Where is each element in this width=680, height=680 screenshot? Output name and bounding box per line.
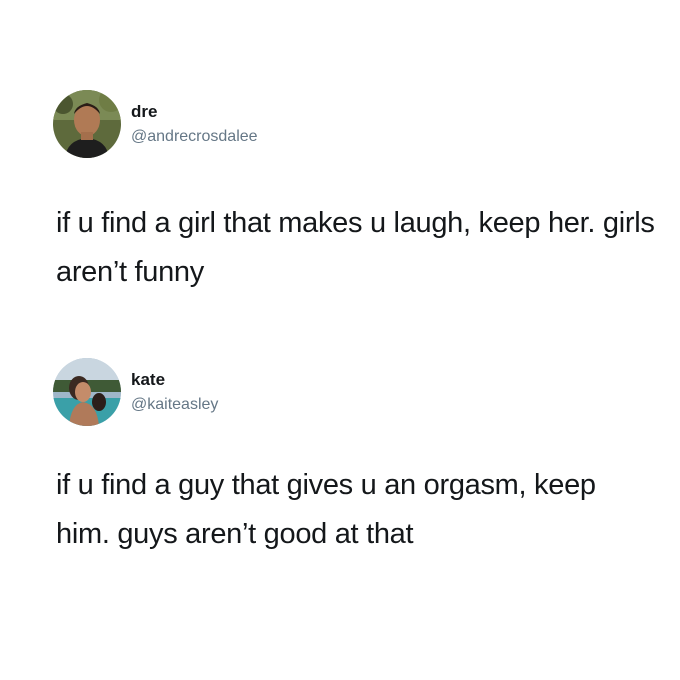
author-handle[interactable]: @andrecrosdalee (131, 128, 258, 146)
tweet-kate: kate @kaiteasley if u find a guy that gi… (0, 356, 680, 550)
avatar-kate[interactable] (53, 358, 121, 426)
author-name[interactable]: kate (131, 370, 165, 390)
tweet-dre: dre @andrecrosdalee if u find a girl tha… (0, 88, 680, 288)
tweet-author[interactable]: dre @andrecrosdalee (0, 88, 680, 164)
tweet-text: if u find a guy that gives u an orgasm, … (56, 469, 596, 550)
author-handle[interactable]: @kaiteasley (131, 396, 218, 414)
tweet-author[interactable]: kate @kaiteasley (0, 356, 680, 432)
avatar-dre[interactable] (53, 90, 121, 158)
avatar-photo-kate-icon (53, 358, 121, 426)
avatar-photo-dre-icon (53, 90, 121, 158)
tweet-text: if u find a girl that makes u laugh, kee… (56, 207, 655, 288)
author-name[interactable]: dre (131, 102, 157, 122)
